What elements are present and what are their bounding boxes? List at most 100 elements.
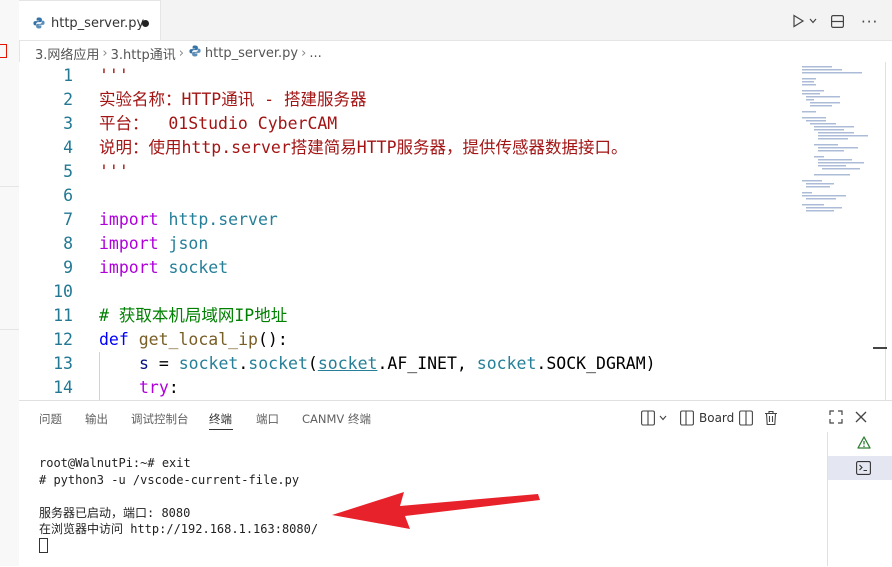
code-line: 11 # 获取本机局域网IP地址 — [19, 304, 799, 328]
code-punct: (): — [257, 330, 288, 349]
tab-debug-console[interactable]: 调试控制台 — [131, 411, 189, 427]
breadcrumb-folder[interactable]: 3.http通讯 — [111, 44, 176, 63]
module-name: socket — [476, 354, 537, 373]
class-name: socket — [248, 354, 308, 373]
board-icon[interactable] — [680, 410, 694, 426]
editor-tab-bar: http_server.py ··· — [19, 0, 892, 41]
code-line: 10 — [19, 280, 799, 304]
layout-icon[interactable] — [641, 410, 655, 426]
chevron-down-icon[interactable] — [659, 415, 667, 421]
error-indicator — [0, 44, 7, 58]
run-icon[interactable] — [791, 14, 805, 28]
line-number: 4 — [63, 138, 73, 157]
code-line: 2 实验名称：HTTP通讯 - 搭建服务器 — [19, 88, 799, 112]
module-name: socket — [168, 258, 229, 277]
code-punct: : — [168, 378, 179, 397]
python-file-icon — [33, 17, 45, 29]
keyword: try — [139, 378, 169, 397]
code-line: 14 try: — [19, 376, 799, 400]
code-line: 3 平台： 01Studio CyberCAM — [19, 112, 799, 136]
divider — [0, 329, 19, 330]
breadcrumb-more[interactable]: ... — [309, 46, 321, 61]
terminal-instance-active[interactable] — [828, 456, 892, 480]
board-label[interactable]: Board — [699, 411, 734, 425]
code-punct: ( — [307, 354, 318, 373]
code-line: 8 import json — [19, 232, 799, 256]
module-name: http.server — [168, 210, 278, 229]
line-number: 9 — [63, 258, 73, 277]
tab-terminal[interactable]: 终端 — [209, 411, 232, 427]
function-name: get_local_ip — [138, 330, 258, 349]
tab-http-server[interactable]: http_server.py — [19, 0, 161, 40]
comment: # 获取本机局域网IP地址 — [99, 306, 288, 325]
line-number: 1 — [63, 66, 73, 85]
tab-output[interactable]: 输出 — [85, 411, 108, 427]
activity-sidebar — [0, 0, 20, 566]
code-text: 平台： 01Studio CyberCAM — [99, 114, 338, 133]
warning-icon[interactable] — [857, 436, 871, 449]
line-number: 5 — [63, 162, 73, 181]
trash-icon[interactable] — [764, 410, 778, 426]
code-text: ''' — [99, 66, 129, 85]
close-icon[interactable] — [855, 411, 867, 423]
code-line: 7 import http.server — [19, 208, 799, 232]
code-line: 5 ''' — [19, 160, 799, 184]
panel-tabs: 问题 输出 调试控制台 终端 端口 CANMV 终端 — [19, 401, 619, 435]
tab-canmv-terminal[interactable]: CANMV 终端 — [302, 411, 371, 427]
scrollbar-marker — [873, 347, 887, 349]
variable: s — [139, 354, 149, 373]
more-icon[interactable]: ··· — [861, 13, 878, 31]
code-editor[interactable]: 1 ''' 2 实验名称：HTTP通讯 - 搭建服务器 3 平台： 01Studio … — [19, 62, 892, 400]
split-terminal-icon[interactable] — [739, 410, 753, 426]
tab-problems[interactable]: 问题 — [39, 411, 62, 427]
terminal-cursor — [39, 537, 318, 556]
line-number: 12 — [53, 330, 73, 349]
editor-scrollbar[interactable] — [885, 62, 886, 400]
minimap[interactable] — [800, 64, 872, 224]
code-line: 12 def get_local_ip(): — [19, 328, 799, 352]
terminal-line: # python3 -u /vscode-current-file.py — [39, 472, 300, 487]
module-name: socket — [317, 354, 378, 373]
tab-ports[interactable]: 端口 — [256, 411, 279, 427]
line-number: 10 — [53, 282, 73, 301]
module-name: json — [168, 234, 209, 253]
line-number: 7 — [63, 210, 73, 229]
code-line: 13 s = socket.socket(socket.AF_INET, sock… — [19, 352, 799, 376]
divider — [0, 186, 19, 187]
terminal-line: root@WalnutPi:~# exit — [39, 456, 191, 470]
code-text: .SOCK_DGRAM) — [536, 354, 656, 373]
breadcrumb-folder[interactable]: 3.网络应用 — [35, 44, 99, 63]
code-line: 1 ''' — [19, 64, 799, 88]
line-number: 3 — [63, 114, 73, 133]
code-text: 说明：使用http.server搭建简易HTTP服务器，提供传感器数据接口。 — [99, 138, 628, 157]
terminal-output[interactable]: root@WalnutPi:~# exit # python3 -u /vscod… — [39, 455, 318, 555]
tab-label: http_server.py — [51, 16, 145, 31]
line-number: 13 — [53, 354, 73, 373]
line-number: 8 — [63, 234, 73, 253]
maximize-icon[interactable] — [829, 410, 843, 424]
chevron-right-icon: › — [102, 46, 108, 61]
code-line: 4 说明：使用http.server搭建简易HTTP服务器，提供传感器数据接口。 — [19, 136, 799, 160]
breadcrumb-file[interactable]: http_server.py — [205, 46, 298, 61]
chevron-right-icon: › — [178, 46, 184, 61]
code-text: 实验名称：HTTP通讯 - 搭建服务器 — [99, 90, 367, 109]
code-punct: . — [238, 354, 249, 373]
terminal-icon — [856, 461, 871, 475]
breadcrumb: 3.网络应用 › 3.http通讯 › http_server.py ›... — [35, 44, 322, 63]
module-name: socket — [178, 354, 239, 373]
python-file-icon — [189, 45, 201, 57]
chevron-right-icon: › — [301, 46, 307, 61]
annotation-arrow — [332, 492, 540, 529]
panel-toolbar: Board — [639, 410, 889, 428]
split-editor-icon[interactable] — [831, 15, 844, 28]
terminal-list-rail — [827, 432, 892, 566]
line-number: 6 — [63, 186, 73, 205]
keyword: import — [99, 234, 159, 253]
chevron-down-icon[interactable] — [809, 18, 817, 24]
unsaved-dot-icon[interactable] — [142, 20, 149, 27]
line-number: 2 — [63, 90, 73, 109]
code-line: 9 import socket — [19, 256, 799, 280]
active-tab-underline — [209, 429, 233, 430]
code-text: .AF_INET, — [377, 354, 477, 373]
